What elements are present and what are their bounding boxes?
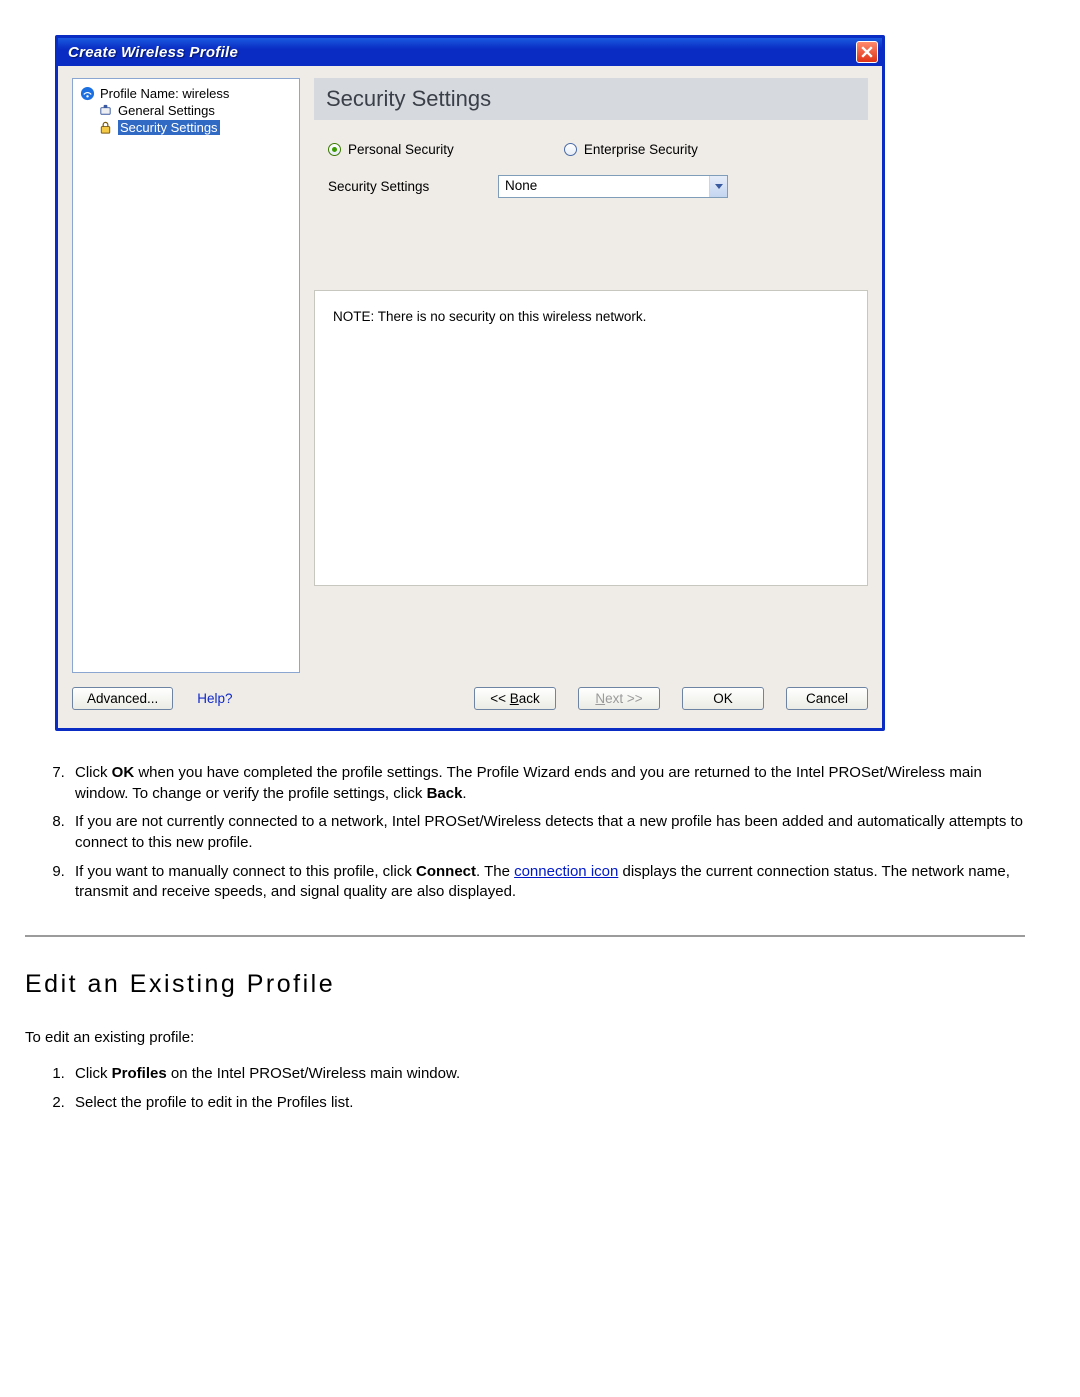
chevron-down-icon [709, 176, 727, 197]
security-settings-row: Security Settings None [314, 173, 868, 220]
ok-button[interactable]: OK [682, 687, 764, 710]
heading-edit-existing-profile: Edit an Existing Profile [25, 967, 1025, 1002]
edit-profile-steps: Click Profiles on the Intel PROSet/Wirel… [25, 1062, 1025, 1119]
device-icon [98, 103, 113, 118]
security-mode-radios: Personal Security Enterprise Security [314, 120, 868, 173]
titlebar[interactable]: Create Wireless Profile [58, 38, 882, 66]
section-divider [25, 935, 1025, 937]
settings-pane: Security Settings Personal Security Ente… [314, 78, 868, 673]
close-icon[interactable] [856, 41, 878, 63]
profile-tree[interactable]: Profile Name: wireless General Settings … [72, 78, 300, 673]
radio-personal-security[interactable]: Personal Security [328, 142, 454, 157]
tree-item-profile[interactable]: Profile Name: wireless [77, 85, 295, 102]
dialog-window: Create Wireless Profile Profile Name: wi… [55, 35, 885, 731]
window-title: Create Wireless Profile [68, 44, 856, 61]
tree-item-general[interactable]: General Settings [95, 102, 295, 119]
connection-icon-link[interactable]: connection icon [514, 863, 618, 880]
list-item: Click OK when you have completed the pro… [69, 761, 1025, 810]
lead-text: To edit an existing profile: [25, 1028, 1025, 1049]
radio-icon [564, 143, 577, 156]
dialog-button-row: Advanced... Help? << Back Next >> OK Can… [72, 673, 868, 716]
note-text: NOTE: There is no security on this wirel… [333, 309, 646, 324]
radio-enterprise-security[interactable]: Enterprise Security [564, 142, 698, 157]
note-panel: NOTE: There is no security on this wirel… [314, 290, 868, 586]
section-header: Security Settings [314, 78, 868, 120]
list-item: Select the profile to edit in the Profil… [69, 1091, 1025, 1120]
lock-icon [98, 120, 113, 135]
select-value: None [499, 176, 709, 197]
cancel-button[interactable]: Cancel [786, 687, 868, 710]
back-button[interactable]: << Back [474, 687, 556, 710]
next-button: Next >> [578, 687, 660, 710]
wifi-icon [80, 86, 95, 101]
radio-label: Enterprise Security [584, 142, 698, 157]
security-settings-select[interactable]: None [498, 175, 728, 198]
tree-item-security[interactable]: Security Settings [95, 119, 295, 136]
instruction-list-continued: Click OK when you have completed the pro… [25, 761, 1025, 909]
help-link[interactable]: Help? [197, 691, 232, 706]
list-item: If you are not currently connected to a … [69, 810, 1025, 859]
document-body: Click OK when you have completed the pro… [15, 761, 1035, 1120]
tree-item-label: General Settings [118, 103, 215, 118]
window-body: Profile Name: wireless General Settings … [58, 66, 882, 728]
security-settings-label: Security Settings [328, 179, 498, 194]
advanced-button[interactable]: Advanced... [72, 687, 173, 710]
list-item: If you want to manually connect to this … [69, 860, 1025, 909]
tree-item-label: Profile Name: wireless [100, 86, 229, 101]
radio-icon [328, 143, 341, 156]
radio-label: Personal Security [348, 142, 454, 157]
tree-item-label: Security Settings [118, 120, 220, 135]
list-item: Click Profiles on the Intel PROSet/Wirel… [69, 1062, 1025, 1091]
